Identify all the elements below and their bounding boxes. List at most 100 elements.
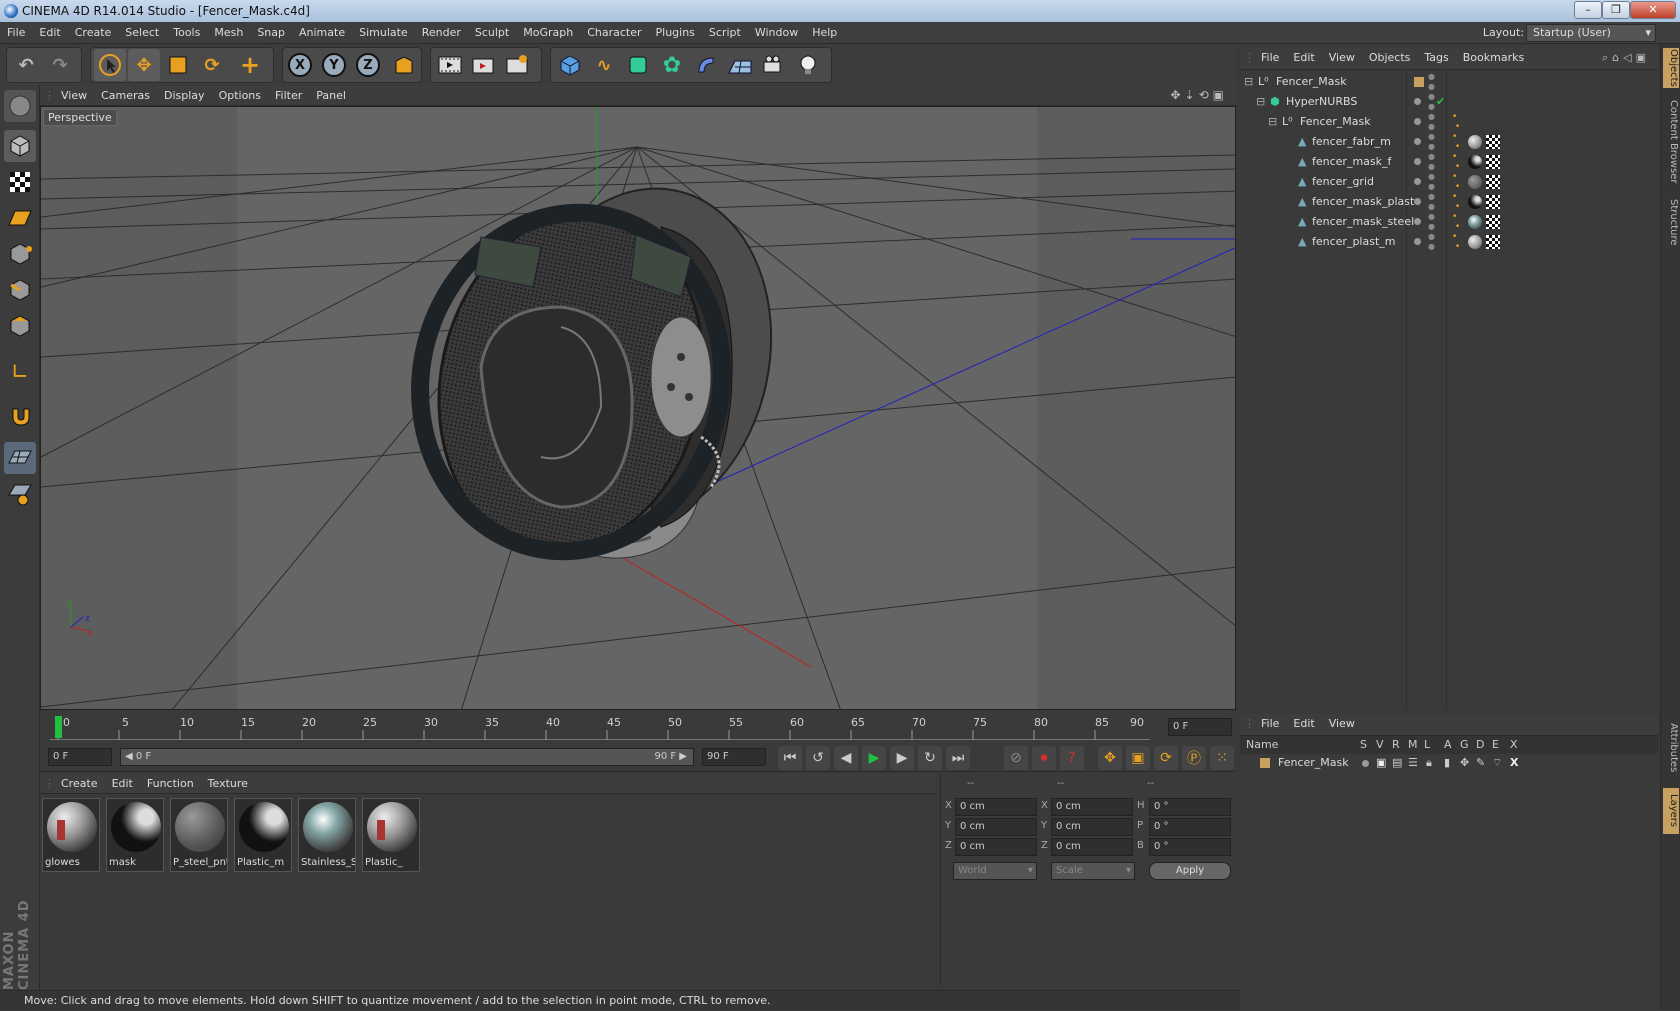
go-to-end-icon[interactable]: ⏭ [946, 746, 970, 770]
object-row[interactable]: ▲ fencer_mask_f ● ● • • [1240, 152, 1658, 172]
menu-create[interactable]: Create [68, 22, 119, 44]
viewport-menu-filter[interactable]: Filter [268, 86, 309, 106]
menu-simulate[interactable]: Simulate [352, 22, 415, 44]
light-icon[interactable] [792, 49, 824, 81]
x-axis-icon[interactable]: X [284, 49, 316, 81]
timeline[interactable]: 0 5 10 15 20 25 30 35 40 45 50 55 60 65 … [40, 712, 1236, 742]
viewport-menu-options[interactable]: Options [212, 86, 268, 106]
apply-button[interactable]: Apply [1149, 862, 1231, 880]
material-swatch[interactable]: P_steel_pnt [170, 798, 228, 872]
array-icon[interactable]: ✿ [656, 49, 688, 81]
key-pla-icon[interactable]: ⁙ [1210, 746, 1234, 770]
material-swatch[interactable]: glowes [42, 798, 100, 872]
menu-animate[interactable]: Animate [292, 22, 352, 44]
layer-menu-edit[interactable]: Edit [1286, 714, 1321, 734]
menu-character[interactable]: Character [580, 22, 648, 44]
axis-mode-icon[interactable]: ∟ [4, 356, 36, 388]
magnet-icon[interactable] [4, 400, 36, 432]
coord-pos-x-field[interactable]: 0 cm [955, 798, 1037, 816]
phong-tag-icon[interactable]: • • [1452, 152, 1460, 172]
spline-icon[interactable]: ∿ [588, 49, 620, 81]
uvw-tag-icon[interactable] [1486, 135, 1500, 149]
coord-pos-z-field[interactable]: 0 cm [955, 838, 1037, 856]
points-mode-icon[interactable] [4, 238, 36, 270]
material-menu-function[interactable]: Function [140, 774, 201, 794]
key-parameter-icon[interactable]: Ⓟ [1182, 746, 1206, 770]
visibility-dots-icon[interactable]: ● ● [1428, 152, 1435, 172]
deformers-toggle-icon[interactable]: ✎ [1476, 754, 1485, 772]
redo-icon[interactable]: ↷ [44, 49, 76, 81]
material-menu-edit[interactable]: Edit [105, 774, 140, 794]
coord-size-mode-select[interactable]: Scale ▾ [1051, 862, 1135, 880]
solo-toggle-icon[interactable] [1362, 755, 1369, 773]
perspective-viewport[interactable]: y z x Perspective [40, 106, 1236, 710]
menu-sculpt[interactable]: Sculpt [468, 22, 516, 44]
layer-col-view[interactable]: V [1376, 736, 1384, 754]
start-frame-field[interactable]: 0 F [48, 748, 112, 766]
material-swatch[interactable]: Plastic_m [234, 798, 292, 872]
layer-col-xref[interactable]: X [1510, 736, 1518, 754]
move-icon[interactable]: ✥ [128, 49, 160, 81]
layout-select[interactable]: Startup (User) ▾ [1526, 24, 1656, 42]
material-tag-icon[interactable] [1468, 135, 1482, 149]
layer-col-expressions[interactable]: E [1492, 736, 1499, 754]
menu-render[interactable]: Render [415, 22, 468, 44]
model-mode-icon[interactable] [4, 130, 36, 162]
layer-color-icon[interactable] [1414, 77, 1424, 87]
key-rotation-icon[interactable]: ⟳ [1154, 746, 1178, 770]
viewport-menu-display[interactable]: Display [157, 86, 212, 106]
edit-render-settings-icon[interactable] [502, 49, 534, 81]
menu-plugins[interactable]: Plugins [649, 22, 702, 44]
menu-select[interactable]: Select [118, 22, 166, 44]
view-toggle-icon[interactable]: ▣ [1376, 754, 1386, 772]
minimize-button[interactable]: – [1574, 1, 1602, 19]
coord-rot-b-field[interactable]: 0 ° [1149, 838, 1231, 856]
frame-range-slider[interactable]: ◀ 0 F 90 F ▶ [120, 748, 694, 766]
visibility-dots-icon[interactable]: ● ● [1428, 72, 1435, 92]
add-icon[interactable]: + [234, 49, 266, 81]
collapse-icon[interactable]: ⊟ [1268, 112, 1277, 132]
material-menu-texture[interactable]: Texture [201, 774, 255, 794]
visibility-dots-icon[interactable]: ● ● [1428, 132, 1435, 152]
menu-tools[interactable]: Tools [166, 22, 207, 44]
material-tag-icon[interactable] [1468, 175, 1482, 189]
tab-objects[interactable]: Objects [1663, 48, 1679, 88]
enabled-check-icon[interactable]: ✔ [1436, 92, 1445, 112]
coord-rot-p-field[interactable]: 0 ° [1149, 818, 1231, 836]
world-coord-icon[interactable] [388, 49, 420, 81]
layer-col-render[interactable]: R [1392, 736, 1400, 754]
scale-icon[interactable] [162, 49, 194, 81]
object-menu-objects[interactable]: Objects [1362, 48, 1418, 68]
key-scale-icon[interactable]: ▣ [1126, 746, 1150, 770]
restore-button[interactable]: ❐ [1602, 1, 1630, 19]
go-to-start-icon[interactable]: ⏮ [778, 746, 802, 770]
material-tag-icon[interactable] [1468, 215, 1482, 229]
uvw-tag-icon[interactable] [1486, 155, 1500, 169]
material-tag-icon[interactable] [1468, 155, 1482, 169]
phong-tag-icon[interactable]: • • [1452, 112, 1460, 132]
object-menu-file[interactable]: File [1254, 48, 1286, 68]
uvw-tag-icon[interactable] [1486, 175, 1500, 189]
coord-size-y-field[interactable]: 0 cm [1051, 818, 1133, 836]
viewport-menu-view[interactable]: View [54, 86, 94, 106]
viewport-menu-cameras[interactable]: Cameras [94, 86, 157, 106]
current-frame-field[interactable]: 0 F [1168, 718, 1232, 736]
coord-size-x-field[interactable]: 0 cm [1051, 798, 1133, 816]
tab-structure[interactable]: Structure [1663, 194, 1679, 250]
workplane-mode-icon[interactable] [4, 202, 36, 234]
material-swatch[interactable]: mask [106, 798, 164, 872]
render-toggle-icon[interactable]: ▤ [1392, 754, 1402, 772]
layer-col-animation[interactable]: A [1444, 736, 1452, 754]
snap-grid-icon[interactable] [4, 442, 36, 474]
object-row[interactable]: ⊟ L⁰ Fencer_Mask ● ● [1240, 72, 1658, 92]
next-frame-icon[interactable]: ▶ [890, 746, 914, 770]
floor-icon[interactable] [724, 49, 756, 81]
layer-menu-view[interactable]: View [1322, 714, 1362, 734]
make-editable-icon[interactable] [4, 90, 36, 122]
visibility-dot[interactable] [1414, 92, 1421, 112]
previous-frame-icon[interactable]: ◀ [834, 746, 858, 770]
layer-menu-file[interactable]: File [1254, 714, 1286, 734]
polygons-mode-icon[interactable] [4, 310, 36, 342]
material-swatch[interactable]: Stainless_S [298, 798, 356, 872]
live-select-icon[interactable] [94, 49, 126, 81]
